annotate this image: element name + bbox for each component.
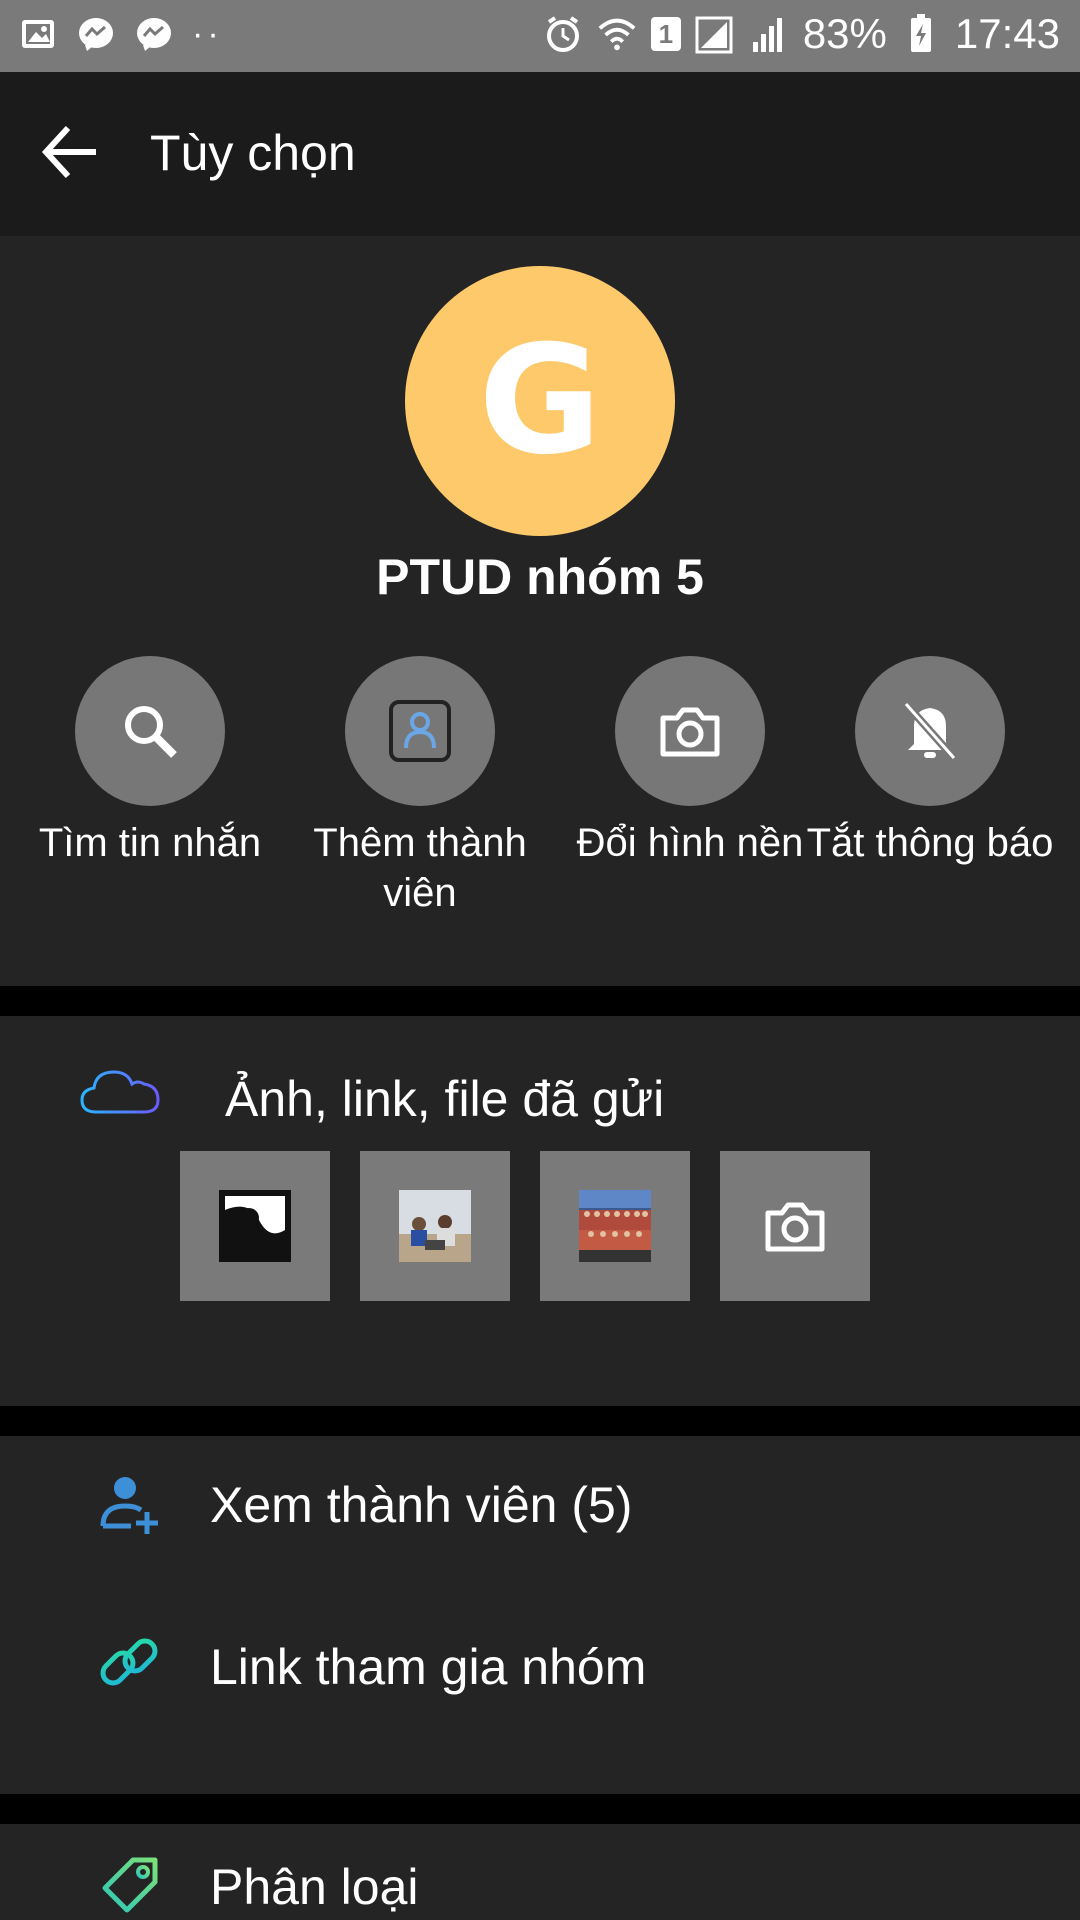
bell-off-icon	[855, 656, 1005, 806]
sim-badge: 1	[650, 17, 681, 51]
photo-thumbnail-image	[579, 1190, 651, 1262]
search-icon	[75, 656, 225, 806]
shared-media-title: Ảnh, link, file đã gửi	[225, 1071, 665, 1127]
battery-charging-icon	[901, 14, 941, 54]
signal-bars-icon	[749, 14, 789, 54]
media-thumbnail[interactable]	[360, 1151, 510, 1301]
classify-label: Phân loại	[210, 1859, 419, 1915]
add-member-button[interactable]: Thêm thành viên	[290, 656, 550, 918]
tag-icon	[95, 1850, 165, 1920]
status-bar: ·· 1 83% 17:43	[0, 0, 1080, 72]
members-icon	[95, 1470, 165, 1540]
classify-item[interactable]: Phân loại	[0, 1824, 1080, 1920]
signal-icon	[695, 14, 735, 54]
more-notifications-indicator: ··	[192, 14, 223, 53]
link-icon	[95, 1632, 165, 1702]
open-camera-button[interactable]	[720, 1151, 870, 1301]
search-messages-button[interactable]: Tìm tin nhắn	[20, 656, 280, 868]
page-title: Tùy chọn	[150, 125, 356, 181]
group-join-link-item[interactable]: Link tham gia nhóm	[0, 1598, 1080, 1738]
photo-thumbnail-image	[399, 1190, 471, 1262]
app-bar: Tùy chọn	[0, 72, 1080, 236]
action-label: Tìm tin nhắn	[38, 821, 262, 865]
battery-percent: 83%	[802, 10, 887, 57]
action-label: Thêm thành viên	[313, 821, 527, 915]
clock: 17:43	[954, 10, 1060, 57]
media-thumbnail[interactable]	[540, 1151, 690, 1301]
shared-media-section[interactable]: Ảnh, link, file đã gửi	[0, 1016, 1080, 1406]
alarm-icon	[543, 14, 583, 54]
group-header: G PTUD nhóm 5 Tìm tin nhắn Thêm thành vi…	[0, 236, 1080, 986]
add-member-icon	[345, 656, 495, 806]
back-button[interactable]	[38, 122, 104, 182]
mute-notifications-button[interactable]: Tắt thông báo	[800, 656, 1060, 868]
group-name[interactable]: PTUD nhóm 5	[0, 548, 1080, 606]
cloud-icon	[78, 1064, 162, 1123]
group-avatar[interactable]: G	[405, 266, 675, 536]
group-join-link-label: Link tham gia nhóm	[210, 1639, 647, 1695]
wifi-icon	[597, 14, 637, 54]
camera-icon	[765, 1202, 825, 1252]
action-label: Đổi hình nền	[576, 821, 804, 865]
system-icons: 1 83% 17:43	[543, 10, 1060, 58]
messenger-icon	[134, 14, 174, 54]
media-thumbnail[interactable]	[180, 1151, 330, 1301]
gallery-icon	[18, 14, 58, 54]
notification-icons: ··	[18, 14, 223, 54]
options-list: Xem thành viên (5) Link tham gia nhóm	[0, 1436, 1080, 1794]
camera-icon	[615, 656, 765, 806]
view-members-label: Xem thành viên (5)	[210, 1477, 633, 1533]
photo-thumbnail-image	[219, 1190, 291, 1262]
quick-actions: Tìm tin nhắn Thêm thành viên Đổi hình nề…	[0, 656, 1080, 956]
view-members-item[interactable]: Xem thành viên (5)	[0, 1436, 1080, 1576]
change-background-button[interactable]: Đổi hình nền	[560, 656, 820, 868]
options-list-2: Phân loại	[0, 1824, 1080, 1920]
back-arrow-icon	[41, 125, 96, 179]
action-label: Tắt thông báo	[806, 821, 1054, 865]
messenger-icon	[76, 14, 116, 54]
